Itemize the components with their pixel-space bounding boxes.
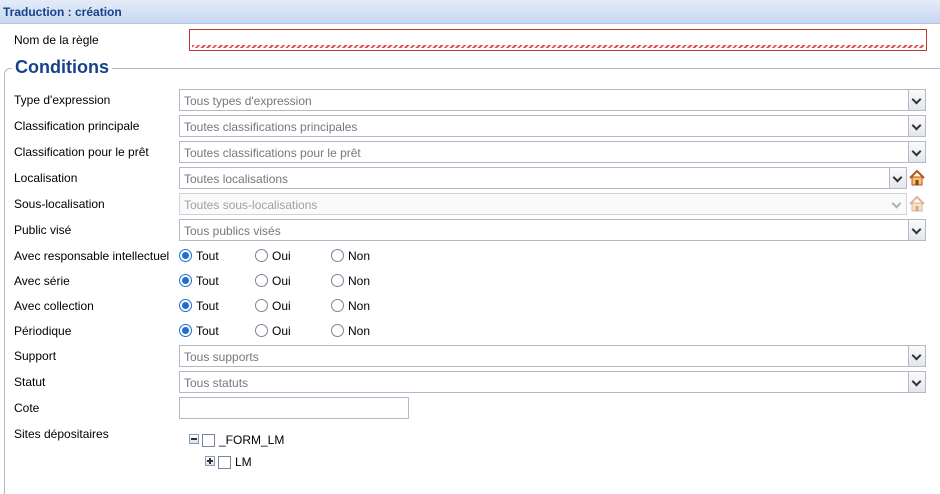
main-classification-label: Classification principale	[14, 119, 140, 133]
radio-non[interactable]: Non	[331, 323, 406, 339]
loan-classification-select[interactable]: Toutes classifications pour le prêt	[179, 141, 926, 163]
radio-circle[interactable]	[179, 324, 192, 337]
expand-icon[interactable]	[205, 456, 215, 466]
radio-circle[interactable]	[255, 274, 268, 287]
radio-oui[interactable]: Oui	[255, 273, 330, 289]
conditions-legend: Conditions	[12, 57, 112, 78]
radio-tout[interactable]: Tout	[179, 323, 254, 339]
radio-label: Tout	[196, 324, 219, 338]
window-title-bar: Traduction : création	[0, 0, 940, 24]
radio-circle[interactable]	[331, 274, 344, 287]
chevron-down-icon[interactable]	[908, 90, 925, 110]
site-checkbox-form-lm[interactable]	[202, 434, 215, 447]
radio-tout[interactable]: Tout	[179, 273, 254, 289]
main-classification-value: Toutes classifications principales	[184, 120, 358, 134]
chevron-down-icon[interactable]	[908, 142, 925, 162]
radio-label: Oui	[272, 274, 291, 288]
support-select[interactable]: Tous supports	[179, 345, 926, 367]
rule-name-input[interactable]	[189, 29, 927, 51]
collection-label: Avec collection	[14, 299, 94, 313]
chevron-down-icon[interactable]	[908, 372, 925, 392]
series-label: Avec série	[14, 274, 70, 288]
audience-value: Tous publics visés	[184, 224, 281, 238]
status-value: Tous statuts	[184, 376, 249, 390]
radio-circle[interactable]	[331, 249, 344, 262]
radio-label: Tout	[196, 274, 219, 288]
loan-classification-value: Toutes classifications pour le prêt	[184, 146, 361, 160]
spellcheck-underline	[192, 45, 924, 48]
sub-location-label: Sous-localisation	[14, 197, 105, 211]
radio-oui[interactable]: Oui	[255, 323, 330, 339]
sub-location-value: Toutes sous-localisations	[184, 198, 318, 212]
chevron-down-icon	[889, 194, 906, 214]
radio-circle[interactable]	[179, 274, 192, 287]
cote-input[interactable]	[179, 397, 409, 419]
loan-classification-label: Classification pour le prêt	[14, 145, 149, 159]
tree-node-label: LM	[235, 455, 252, 469]
main-classification-select[interactable]: Toutes classifications principales	[179, 115, 926, 137]
audience-label: Public visé	[14, 223, 72, 237]
site-checkbox-lm[interactable]	[218, 456, 231, 469]
location-value: Toutes localisations	[184, 172, 289, 186]
radio-circle[interactable]	[255, 324, 268, 337]
radio-oui[interactable]: Oui	[255, 248, 330, 264]
radio-label: Non	[348, 274, 371, 288]
expression-type-value: Tous types d'expression	[184, 94, 312, 108]
location-select[interactable]: Toutes localisations	[179, 167, 907, 189]
home-icon[interactable]	[908, 169, 926, 187]
radio-label: Non	[348, 249, 371, 263]
radio-label: Tout	[196, 299, 219, 313]
chevron-down-icon[interactable]	[908, 346, 925, 366]
chevron-down-icon[interactable]	[908, 220, 925, 240]
location-label: Localisation	[14, 171, 78, 185]
sub-location-select[interactable]: Toutes sous-localisations	[179, 193, 907, 215]
chevron-down-icon[interactable]	[889, 168, 906, 188]
radio-tout[interactable]: Tout	[179, 248, 254, 264]
collapse-icon[interactable]	[189, 434, 199, 444]
radio-non[interactable]: Non	[331, 273, 406, 289]
radio-label: Oui	[272, 249, 291, 263]
home-icon	[909, 195, 925, 212]
tree-node-label: _FORM_LM	[219, 433, 285, 447]
window-title: Traduction : création	[3, 5, 122, 19]
radio-label: Non	[348, 324, 371, 338]
periodical-label: Périodique	[14, 324, 72, 338]
radio-non[interactable]: Non	[331, 248, 406, 264]
intellectual-resp-label: Avec responsable intellectuel	[14, 249, 170, 263]
radio-non[interactable]: Non	[331, 298, 406, 314]
radio-circle[interactable]	[179, 249, 192, 262]
sites-label: Sites dépositaires	[14, 427, 109, 441]
radio-label: Tout	[196, 249, 219, 263]
audience-select[interactable]: Tous publics visés	[179, 219, 926, 241]
radio-circle[interactable]	[331, 299, 344, 312]
radio-label: Oui	[272, 299, 291, 313]
radio-circle[interactable]	[255, 299, 268, 312]
radio-circle[interactable]	[255, 249, 268, 262]
status-label: Statut	[14, 375, 46, 389]
support-label: Support	[14, 349, 57, 363]
radio-tout[interactable]: Tout	[179, 298, 254, 314]
expression-type-label: Type d'expression	[14, 93, 111, 107]
chevron-down-icon[interactable]	[908, 116, 925, 136]
expression-type-select[interactable]: Tous types d'expression	[179, 89, 926, 111]
radio-label: Non	[348, 299, 371, 313]
support-value: Tous supports	[184, 350, 259, 364]
radio-oui[interactable]: Oui	[255, 298, 330, 314]
radio-label: Oui	[272, 324, 291, 338]
cote-label: Cote	[14, 401, 40, 415]
radio-circle[interactable]	[331, 324, 344, 337]
status-select[interactable]: Tous statuts	[179, 371, 926, 393]
radio-circle[interactable]	[179, 299, 192, 312]
rule-name-label: Nom de la règle	[14, 33, 99, 47]
